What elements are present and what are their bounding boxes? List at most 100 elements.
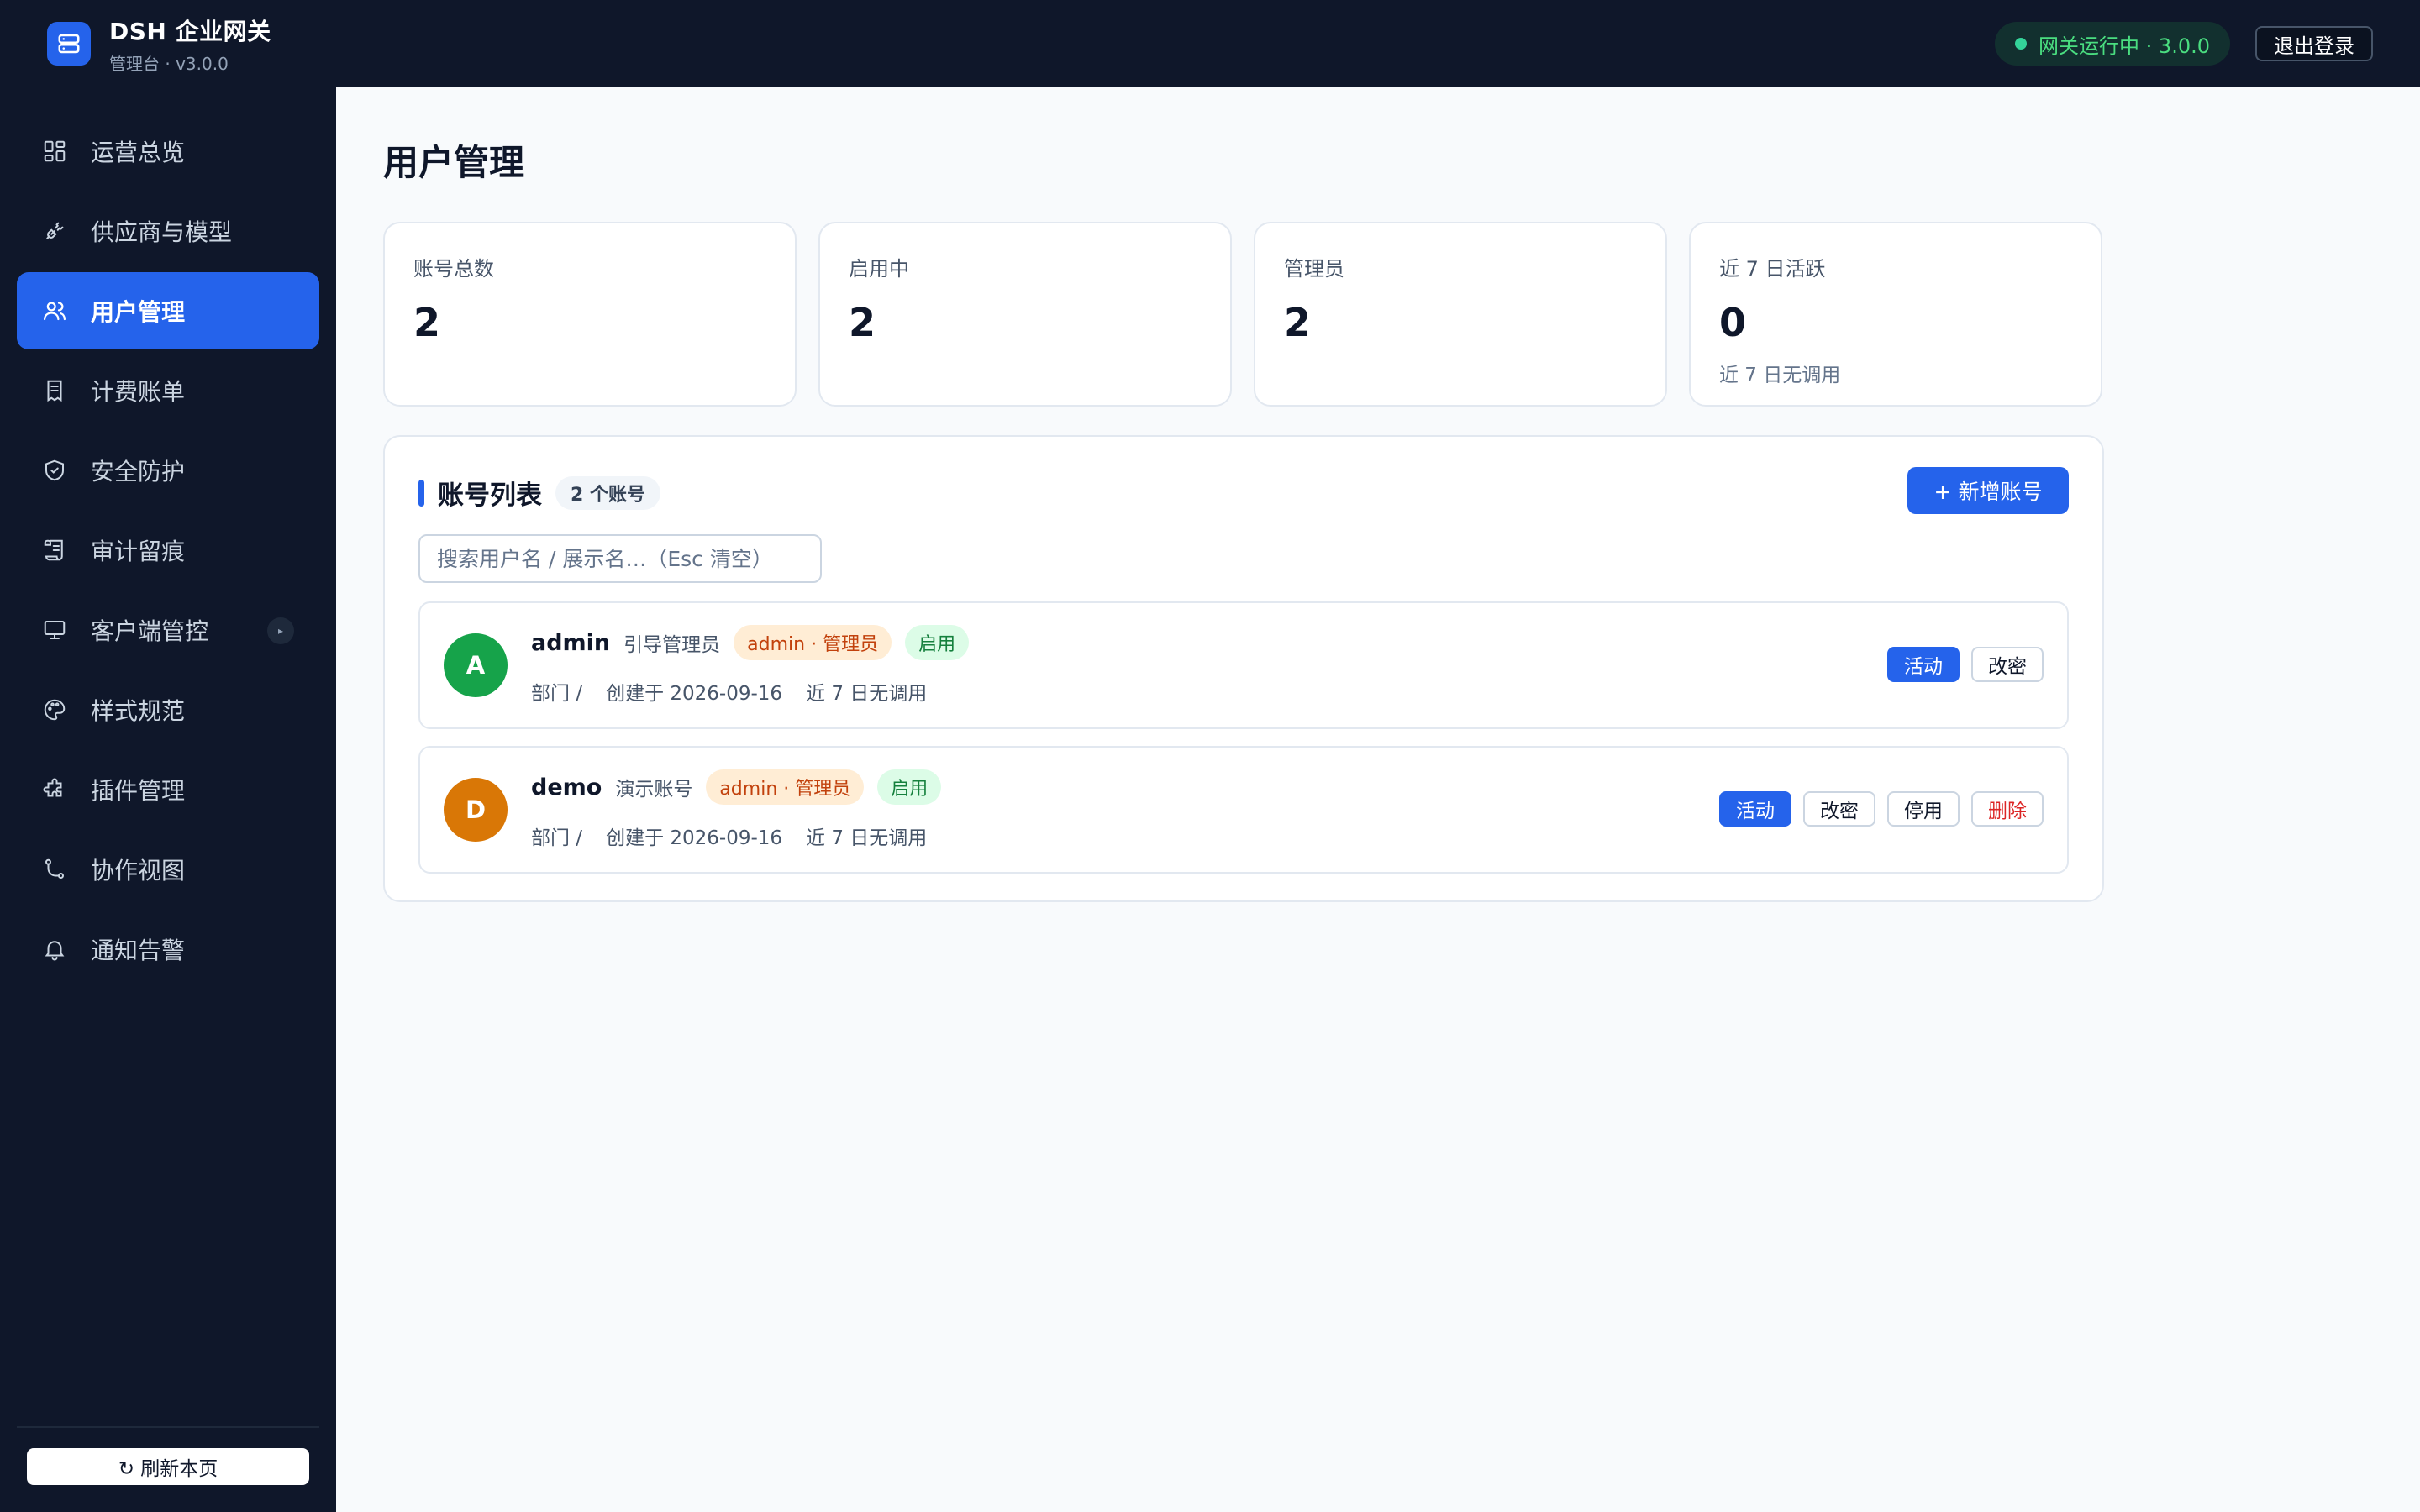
sidebar-item-users[interactable]: 用户管理 <box>17 272 319 349</box>
row-actions: 活动 改密 停用 删除 <box>1719 791 2044 827</box>
shield-icon <box>42 458 67 483</box>
department: 部门 / <box>531 827 583 849</box>
search-input[interactable] <box>418 534 822 583</box>
change-password-button[interactable]: 改密 <box>1971 647 2044 682</box>
monitor-icon <box>42 617 67 643</box>
stat-value: 2 <box>1284 300 1312 345</box>
top-bar: DSH 企业网关 管理台 · v3.0.0 网关运行中 · 3.0.0 退出登录 <box>0 0 2420 87</box>
brand-subtitle: 管理台 · v3.0.0 <box>109 53 229 74</box>
stat-card-enabled: 启用中 2 <box>818 222 1232 407</box>
stat-card-admins: 管理员 2 <box>1254 222 1667 407</box>
sidebar-nav: 运营总览 供应商与模型 用户管理 计费账单 安全防护 审计留痕 客户端管控 ▸ … <box>0 87 336 964</box>
user-meta: 部门 / 创建于 2026-09-16 近 7 日无调用 <box>531 677 927 706</box>
brand-title: DSH 企业网关 <box>109 17 271 45</box>
users-icon <box>42 298 67 323</box>
user-row-admin: A admin 引导管理员 admin · 管理员 启用 部门 / 创建于 20… <box>418 601 2069 729</box>
sidebar-item-clients[interactable]: 客户端管控 ▸ <box>17 591 319 669</box>
sidebar-item-label: 安全防护 <box>91 458 186 486</box>
gateway-status-text: 网关运行中 · 3.0.0 <box>2039 34 2210 58</box>
gateway-status-badge: 网关运行中 · 3.0.0 <box>1995 22 2230 66</box>
activity-button[interactable]: 活动 <box>1719 791 1791 827</box>
status-tag: 启用 <box>905 625 970 660</box>
stat-value: 2 <box>849 300 876 345</box>
sidebar-item-label: 供应商与模型 <box>91 218 233 246</box>
username: admin <box>531 629 611 656</box>
main-content: 用户管理 账号总数 2 启用中 2 管理员 2 近 7 日活跃 0 近 7 日无… <box>336 87 2420 1512</box>
top-right: 网关运行中 · 3.0.0 退出登录 <box>1995 22 2373 66</box>
sidebar-item-label: 客户端管控 <box>91 617 209 645</box>
sidebar-item-overview[interactable]: 运营总览 <box>17 113 319 190</box>
sidebar-item-billing[interactable]: 计费账单 <box>17 352 319 429</box>
role-tag: admin · 管理员 <box>706 769 865 805</box>
sidebar-item-label: 计费账单 <box>91 378 186 406</box>
brand[interactable]: DSH 企业网关 管理台 · v3.0.0 <box>47 13 271 75</box>
server-icon <box>47 22 91 66</box>
git-branch-icon <box>42 857 67 882</box>
bell-icon <box>42 937 67 962</box>
change-password-button[interactable]: 改密 <box>1803 791 1876 827</box>
sidebar-item-label: 审计留痕 <box>91 538 186 565</box>
sidebar-item-label: 样式规范 <box>91 697 186 725</box>
account-count-badge: 2 个账号 <box>555 475 660 510</box>
account-list-title: 账号列表 <box>438 480 542 511</box>
stat-label: 近 7 日活跃 <box>1719 257 1826 281</box>
row-actions: 活动 改密 <box>1887 647 2044 682</box>
dashboard-icon <box>42 139 67 164</box>
user-row-demo: D demo 演示账号 admin · 管理员 启用 部门 / 创建于 2026… <box>418 746 2069 874</box>
sidebar-item-styles[interactable]: 样式规范 <box>17 671 319 748</box>
sidebar-item-audit[interactable]: 审计留痕 <box>17 512 319 589</box>
sidebar-item-label: 插件管理 <box>91 777 186 805</box>
department: 部门 / <box>531 683 583 705</box>
refresh-page-button[interactable]: ↻ 刷新本页 <box>27 1448 309 1485</box>
add-account-button[interactable]: + 新增账号 <box>1907 467 2069 514</box>
expand-clients-button[interactable]: ▸ <box>267 617 294 644</box>
sidebar: 运营总览 供应商与模型 用户管理 计费账单 安全防护 审计留痕 客户端管控 ▸ … <box>0 87 336 1512</box>
avatar: A <box>444 633 508 697</box>
scroll-icon <box>42 538 67 563</box>
activity-summary: 近 7 日无调用 <box>806 827 928 849</box>
stat-card-active-7d: 近 7 日活跃 0 近 7 日无调用 <box>1689 222 2102 407</box>
palette-icon <box>42 697 67 722</box>
sidebar-item-alerts[interactable]: 通知告警 <box>17 911 319 988</box>
brand-text: DSH 企业网关 管理台 · v3.0.0 <box>109 13 271 75</box>
accent-bar <box>418 479 424 507</box>
plug-icon <box>42 218 67 244</box>
sidebar-divider <box>17 1426 319 1428</box>
display-name: 演示账号 <box>615 779 693 801</box>
user-primary-info: demo 演示账号 admin · 管理员 启用 <box>531 769 942 805</box>
stat-label: 管理员 <box>1284 257 1344 281</box>
sidebar-item-collaboration[interactable]: 协作视图 <box>17 831 319 908</box>
user-meta: 部门 / 创建于 2026-09-16 近 7 日无调用 <box>531 822 927 850</box>
activity-button[interactable]: 活动 <box>1887 647 1960 682</box>
created-date: 创建于 2026-09-16 <box>606 827 783 849</box>
stat-label: 账号总数 <box>413 257 494 281</box>
app-root: DSH 企业网关 管理台 · v3.0.0 网关运行中 · 3.0.0 退出登录 <box>0 0 2420 1512</box>
stat-subtext: 近 7 日无调用 <box>1719 365 1841 386</box>
disable-button[interactable]: 停用 <box>1887 791 1960 827</box>
sidebar-item-security[interactable]: 安全防护 <box>17 432 319 509</box>
sidebar-item-label: 用户管理 <box>91 298 186 326</box>
sidebar-item-label: 协作视图 <box>91 857 186 885</box>
sidebar-item-providers[interactable]: 供应商与模型 <box>17 192 319 270</box>
display-name: 引导管理员 <box>623 634 721 656</box>
page-title: 用户管理 <box>383 142 525 183</box>
status-dot-icon <box>2015 38 2028 50</box>
sidebar-item-label: 运营总览 <box>91 139 186 166</box>
sidebar-item-label: 通知告警 <box>91 937 186 964</box>
delete-button[interactable]: 删除 <box>1971 791 2044 827</box>
stat-value: 0 <box>1719 300 1747 345</box>
status-tag: 启用 <box>877 769 942 805</box>
account-list-header: 账号列表 2 个账号 <box>418 474 660 512</box>
logout-button[interactable]: 退出登录 <box>2255 26 2373 61</box>
activity-summary: 近 7 日无调用 <box>806 683 928 705</box>
user-primary-info: admin 引导管理员 admin · 管理员 启用 <box>531 625 970 660</box>
role-tag: admin · 管理员 <box>734 625 892 660</box>
account-list-panel: 账号列表 2 个账号 + 新增账号 A admin 引导管理员 admin · … <box>383 435 2104 902</box>
stat-card-total: 账号总数 2 <box>383 222 797 407</box>
sidebar-item-plugins[interactable]: 插件管理 <box>17 751 319 828</box>
avatar: D <box>444 778 508 842</box>
stat-value: 2 <box>413 300 441 345</box>
stat-label: 启用中 <box>849 257 909 281</box>
created-date: 创建于 2026-09-16 <box>606 683 783 705</box>
receipt-icon <box>42 378 67 403</box>
